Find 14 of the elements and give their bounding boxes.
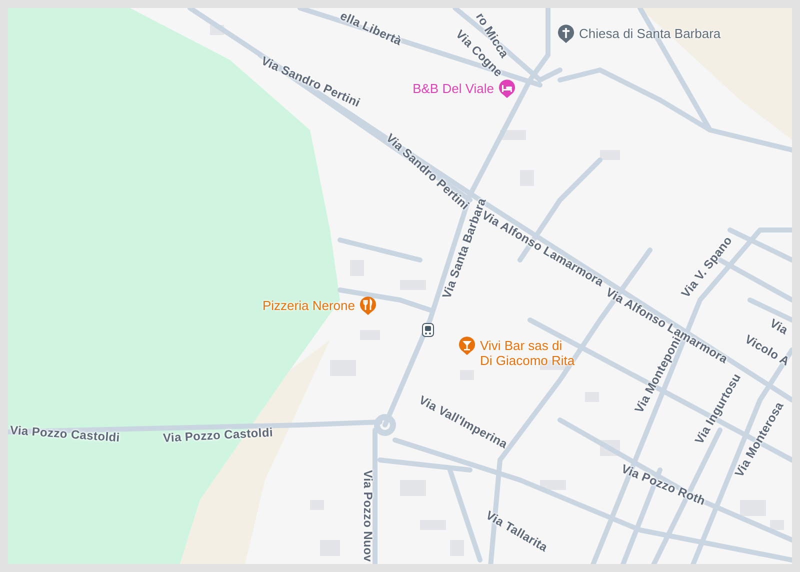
street-label: Via Pozzo Roth — [619, 460, 708, 509]
street-label: Via Pozzo Castoldi — [162, 424, 274, 446]
street-label: Via Pozzo Castoldi — [9, 422, 120, 446]
place-name[interactable]: B&B Del Viale — [412, 79, 494, 96]
place-marker-icon[interactable] — [557, 24, 575, 44]
place-name[interactable]: Chiesa di Santa Barbara — [579, 24, 721, 41]
place-name[interactable]: Vivi Bar sas di Di Giacomo Rita — [480, 336, 576, 368]
bus-stop-icon[interactable] — [422, 323, 434, 337]
street-label: Via — [768, 315, 791, 338]
place-name[interactable]: Pizzeria Nerone — [262, 296, 355, 313]
place-marker-icon[interactable] — [359, 296, 377, 316]
street-label: Via Pozzo Nuov — [360, 470, 376, 562]
place-marker-icon[interactable] — [498, 79, 516, 99]
place-marker-icon[interactable] — [458, 336, 476, 356]
